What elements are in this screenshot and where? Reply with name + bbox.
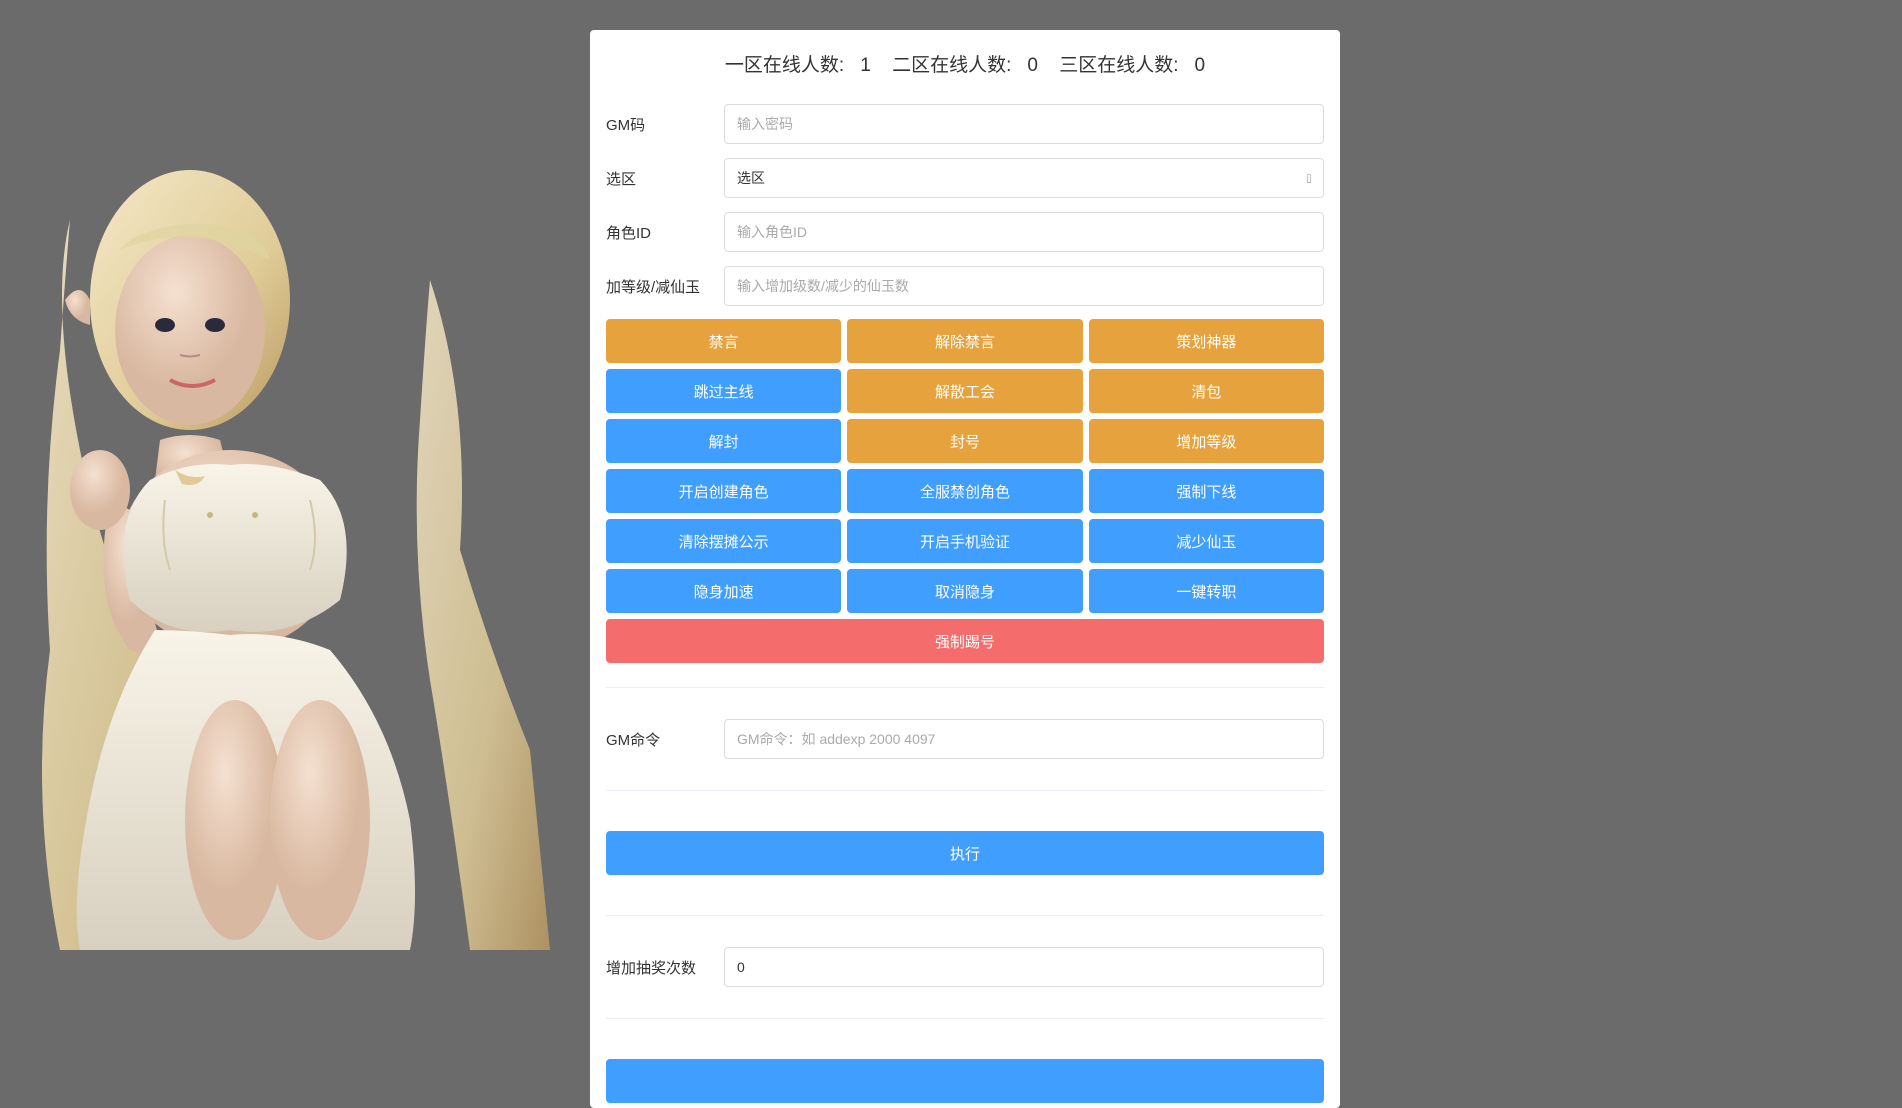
- skip-main-button[interactable]: 跳过主线: [606, 369, 841, 413]
- mute-button[interactable]: 禁言: [606, 319, 841, 363]
- level-jade-input[interactable]: [724, 266, 1324, 306]
- divider: [606, 687, 1324, 688]
- zone2-label: 二区在线人数:: [892, 55, 1011, 76]
- reduce-jade-button[interactable]: 减少仙玉: [1089, 519, 1324, 563]
- stealth-speed-button[interactable]: 隐身加速: [606, 569, 841, 613]
- zone1-count: 1: [860, 55, 871, 76]
- enable-phone-verify-button[interactable]: 开启手机验证: [847, 519, 1082, 563]
- admin-panel: 一区在线人数: 1 二区在线人数: 0 三区在线人数: 0 GM码 选区 选区 角色I…: [590, 30, 1340, 1108]
- clear-stall-notice-button[interactable]: 清除摆摊公示: [606, 519, 841, 563]
- force-kick-button[interactable]: 强制踢号: [606, 619, 1324, 663]
- ban-button[interactable]: 封号: [847, 419, 1082, 463]
- unban-button[interactable]: 解封: [606, 419, 841, 463]
- force-offline-button[interactable]: 强制下线: [1089, 469, 1324, 513]
- zone3-label: 三区在线人数:: [1059, 55, 1178, 76]
- lottery-label: 增加抽奖次数: [606, 957, 724, 978]
- unmute-button[interactable]: 解除禁言: [847, 319, 1082, 363]
- action-buttons: 禁言 解除禁言 策划神器 跳过主线 解散工会 清包 解封 封号 增加等级 开启创…: [590, 313, 1340, 663]
- divider: [606, 1018, 1324, 1019]
- add-level-button[interactable]: 增加等级: [1089, 419, 1324, 463]
- lottery-input[interactable]: [724, 947, 1324, 987]
- zone1-label: 一区在线人数:: [725, 55, 844, 76]
- disable-create-role-button[interactable]: 全服禁创角色: [847, 469, 1082, 513]
- planner-tool-button[interactable]: 策划神器: [1089, 319, 1324, 363]
- level-jade-label: 加等级/减仙玉: [606, 276, 724, 297]
- gm-code-label: GM码: [606, 114, 724, 135]
- zone-label: 选区: [606, 168, 724, 189]
- divider: [606, 915, 1324, 916]
- character-svg: [10, 100, 550, 950]
- disband-guild-button[interactable]: 解散工会: [847, 369, 1082, 413]
- gm-code-input[interactable]: [724, 104, 1324, 144]
- zone2-count: 0: [1027, 55, 1038, 76]
- role-id-label: 角色ID: [606, 222, 724, 243]
- character-illustration: [10, 100, 550, 950]
- zone3-count: 0: [1194, 55, 1205, 76]
- clear-bag-button[interactable]: 清包: [1089, 369, 1324, 413]
- divider: [606, 790, 1324, 791]
- bottom-action-button[interactable]: [606, 1059, 1324, 1103]
- execute-button[interactable]: 执行: [606, 831, 1324, 875]
- zone-select[interactable]: 选区: [724, 158, 1324, 198]
- enable-create-role-button[interactable]: 开启创建角色: [606, 469, 841, 513]
- online-stats: 一区在线人数: 1 二区在线人数: 0 三区在线人数: 0: [590, 50, 1340, 97]
- job-change-button[interactable]: 一键转职: [1089, 569, 1324, 613]
- gm-cmd-input[interactable]: [724, 719, 1324, 759]
- gm-cmd-label: GM命令: [606, 729, 724, 750]
- cancel-stealth-button[interactable]: 取消隐身: [847, 569, 1082, 613]
- role-id-input[interactable]: [724, 212, 1324, 252]
